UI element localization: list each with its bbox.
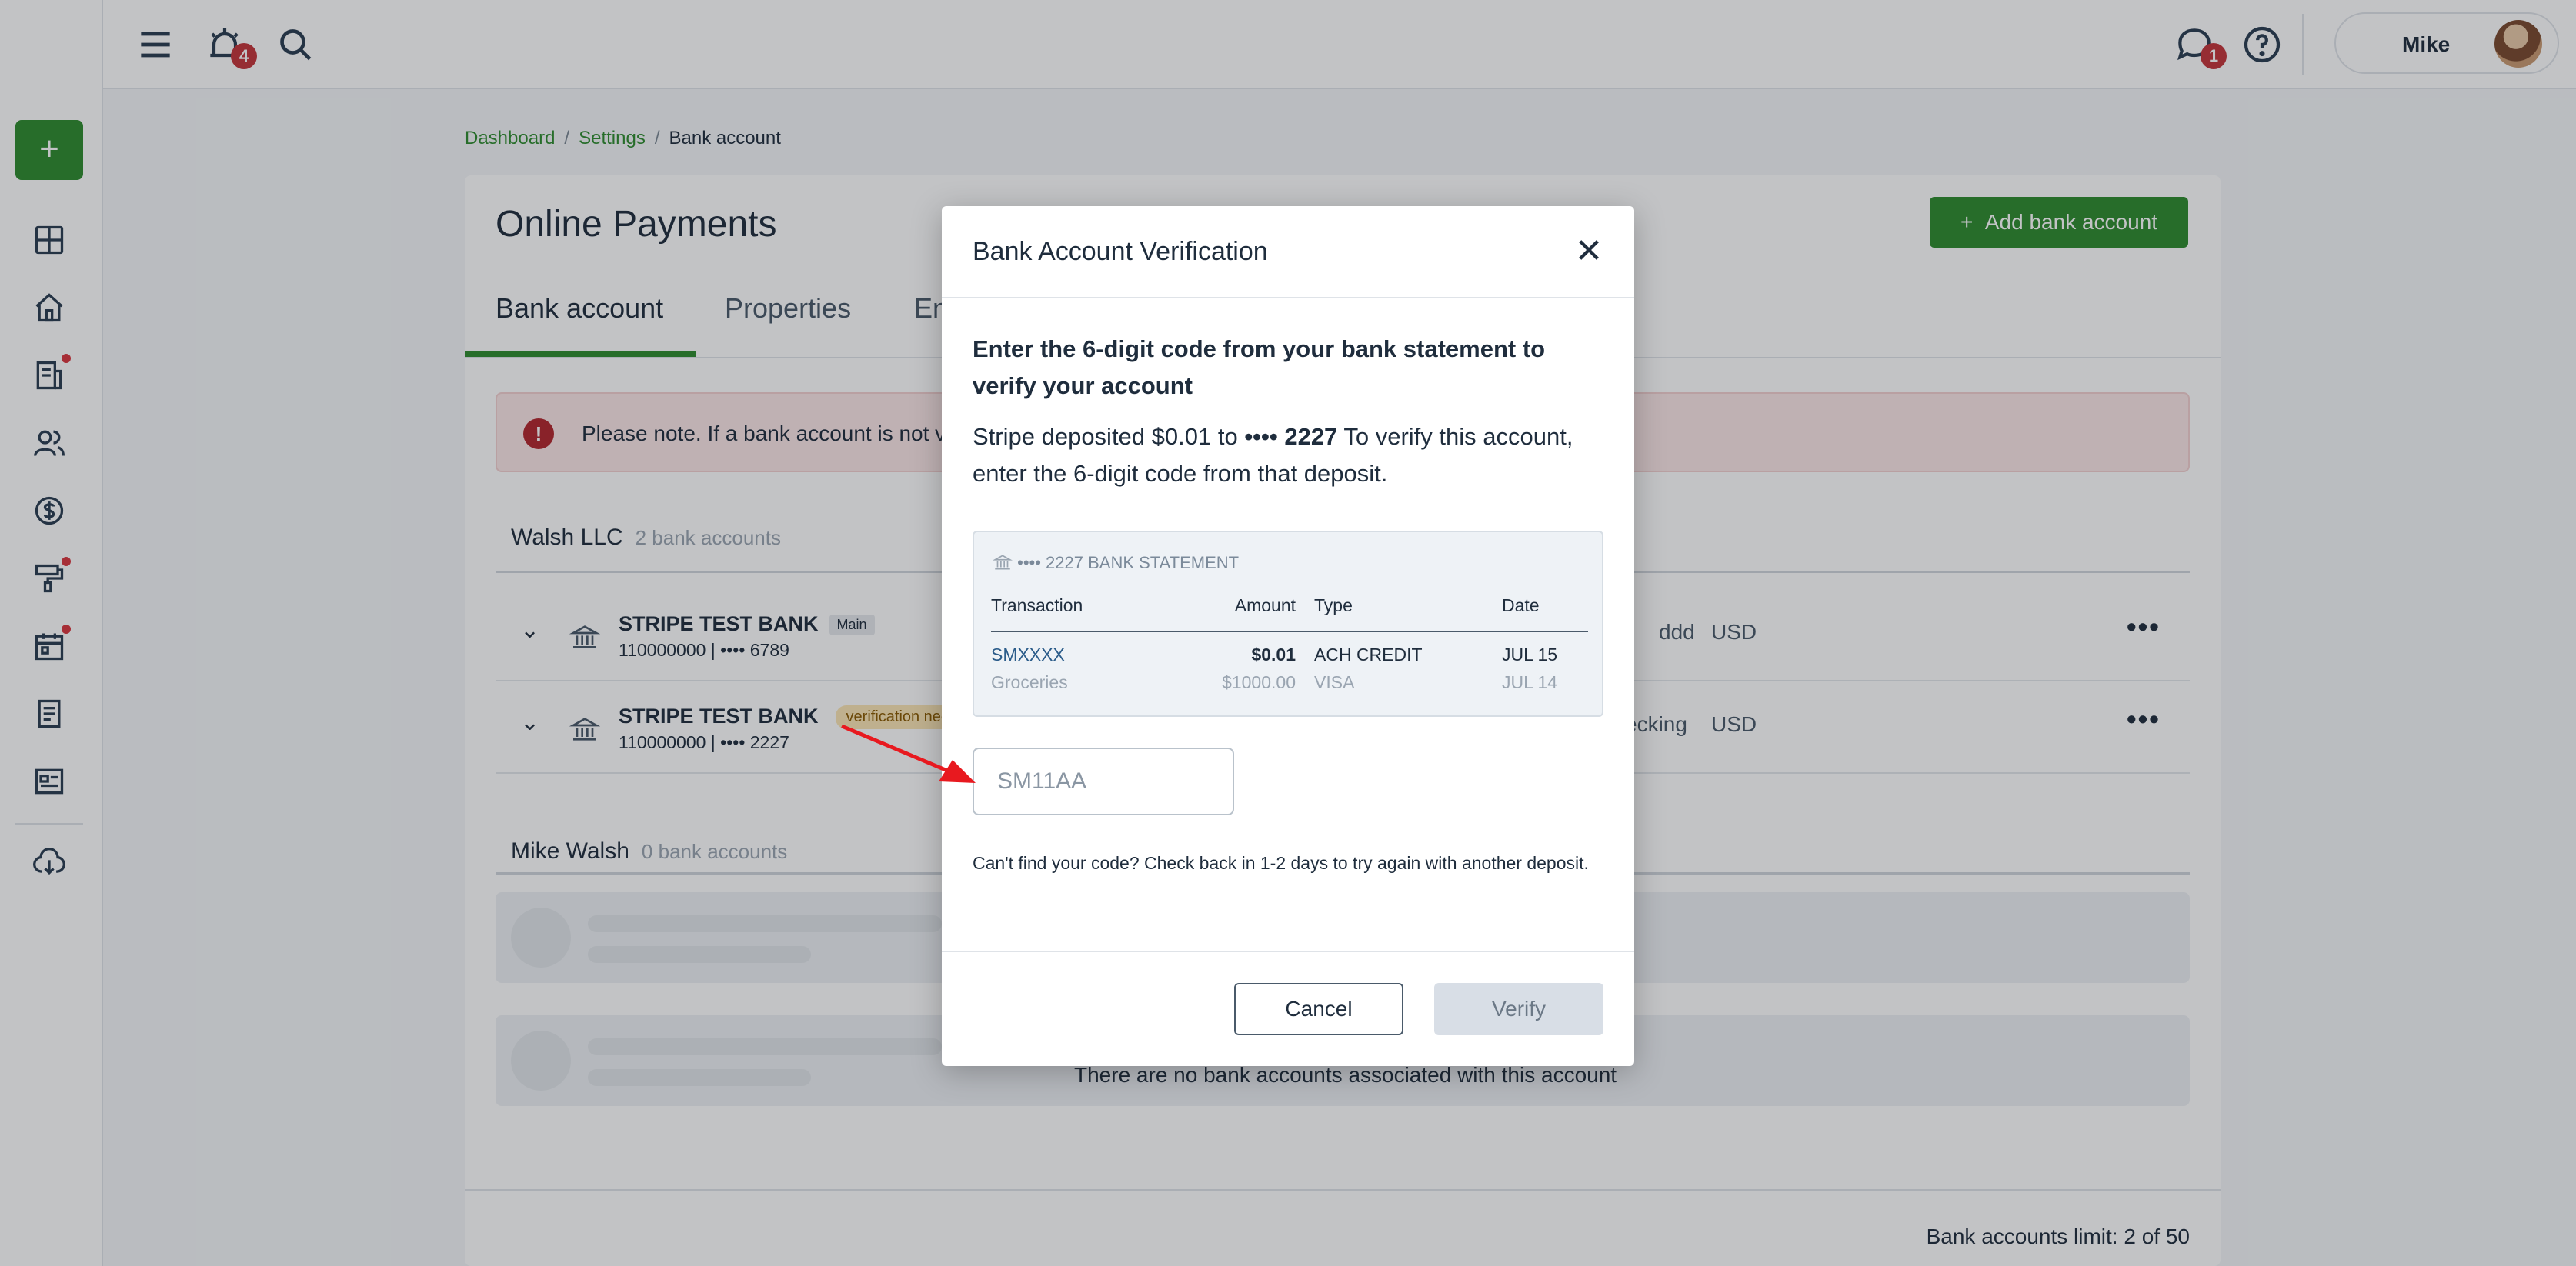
- transaction-date: JUL 14: [1502, 672, 1558, 692]
- statement-header: •••• 2227 BANK STATEMENT: [992, 552, 1239, 573]
- annotation-arrow-icon: [841, 724, 976, 783]
- help-text: Can't find your code? Check back in 1-2 …: [973, 853, 1589, 873]
- verify-button[interactable]: Verify: [1434, 983, 1603, 1035]
- column-transaction: Transaction: [991, 595, 1083, 615]
- modal-header: Bank Account Verification ✕: [942, 206, 1634, 298]
- column-type: Type: [1314, 595, 1353, 615]
- transaction-amount: $1000.00: [1222, 672, 1296, 692]
- bank-icon: [992, 553, 1017, 572]
- transaction-type: VISA: [1314, 672, 1355, 692]
- bank-verification-modal: Bank Account Verification ✕ Enter the 6-…: [942, 206, 1634, 1066]
- close-icon[interactable]: ✕: [1568, 231, 1610, 272]
- transaction-code: SMXXXX: [991, 645, 1065, 665]
- column-date: Date: [1502, 595, 1540, 615]
- transaction-type: ACH CREDIT: [1314, 645, 1423, 665]
- modal-footer-divider: [942, 951, 1634, 952]
- modal-heading: Enter the 6-digit code from your bank st…: [973, 335, 1546, 399]
- modal-description: Stripe deposited $0.01 to •••• 2227 To v…: [973, 423, 1573, 487]
- transaction-date: JUL 15: [1502, 645, 1558, 665]
- transaction-amount: $0.01: [1251, 645, 1296, 665]
- column-amount: Amount: [1234, 595, 1296, 615]
- modal-title: Bank Account Verification: [973, 237, 1268, 266]
- statement-divider: [991, 631, 1588, 632]
- bank-statement-preview: •••• 2227 BANK STATEMENT Transaction Amo…: [973, 531, 1603, 717]
- cancel-button[interactable]: Cancel: [1234, 983, 1403, 1035]
- verification-code-input[interactable]: [973, 748, 1234, 815]
- transaction-code: Groceries: [991, 672, 1068, 692]
